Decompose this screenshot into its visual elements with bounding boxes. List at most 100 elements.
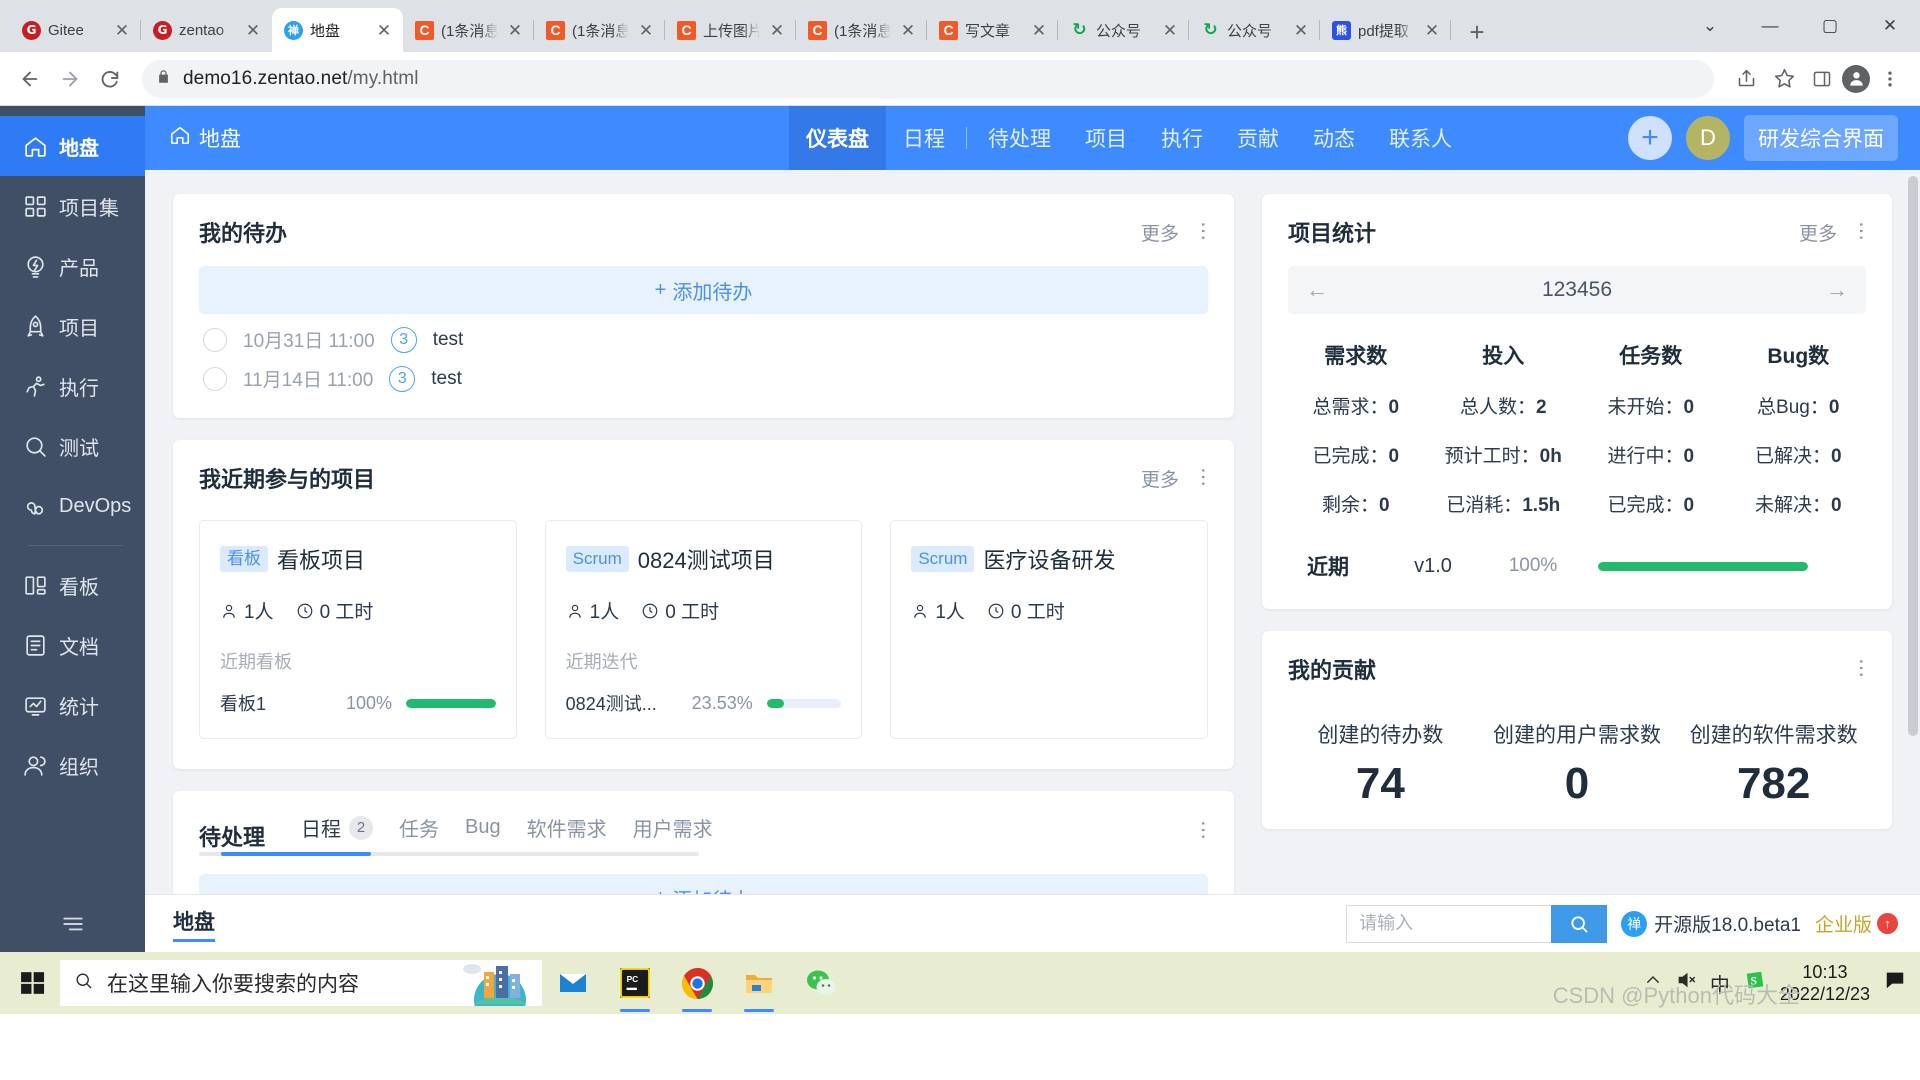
nav-item-7[interactable]: 联系人	[1372, 106, 1469, 170]
todo-name[interactable]: test	[431, 368, 462, 390]
nav-item-3[interactable]: 项目	[1068, 106, 1144, 170]
nav-item-6[interactable]: 动态	[1296, 106, 1372, 170]
browser-tab[interactable]: 禅地盘 ✕	[272, 8, 403, 52]
share-icon[interactable]	[1728, 61, 1764, 97]
taskbar-wechat-icon[interactable]	[790, 952, 852, 1014]
search-button[interactable]	[1551, 904, 1608, 943]
taskbar-search[interactable]: 在这里输入你要搜索的内容	[60, 960, 542, 1006]
browser-tab[interactable]: 熊 pdf提取 ✕	[1320, 8, 1451, 52]
nav-item-5[interactable]: 贡献	[1220, 106, 1296, 170]
close-window-button[interactable]: ✕	[1860, 6, 1920, 46]
browser-menu-icon[interactable]	[1872, 61, 1908, 97]
browser-tab[interactable]: C (1条消息) ✕	[796, 8, 927, 52]
nav-item-0[interactable]: 仪表盘	[789, 106, 886, 170]
pending-tab-2[interactable]: Bug	[465, 816, 501, 839]
pending-tab-4[interactable]: 用户需求	[633, 813, 713, 842]
footer-enterprise[interactable]: 企业版 ↑	[1815, 910, 1898, 937]
taskbar-chrome-icon[interactable]	[666, 952, 728, 1014]
pending-tab-3[interactable]: 软件需求	[527, 813, 607, 842]
sidepanel-icon[interactable]	[1804, 61, 1840, 97]
user-avatar[interactable]: D	[1686, 116, 1730, 160]
close-icon[interactable]: ✕	[898, 20, 918, 40]
search-input[interactable]	[1346, 904, 1552, 943]
sidebar-item-chart[interactable]: 统计	[0, 675, 145, 735]
nav-item-4[interactable]: 执行	[1144, 106, 1220, 170]
sidebar-item-users[interactable]: 组织	[0, 735, 145, 795]
profile-avatar[interactable]	[1842, 64, 1870, 93]
project-card[interactable]: Scrum 0824测试项目 1人 0 工时 近期迭代 0824测试... 23.53%	[544, 520, 863, 739]
close-icon[interactable]: ✕	[112, 20, 132, 40]
sidebar-item-rocket[interactable]: 项目	[0, 296, 145, 356]
card-menu-icon[interactable]: ⋯	[1192, 820, 1214, 842]
close-icon[interactable]: ✕	[1291, 20, 1311, 40]
browser-tab[interactable]: ↻ 公众号 ✕	[1189, 8, 1320, 52]
start-button[interactable]	[6, 952, 60, 1014]
sidebar-item-grid[interactable]: 项目集	[0, 176, 145, 236]
browser-tab[interactable]: ↻ 公众号 ✕	[1058, 8, 1189, 52]
project-card[interactable]: 看板 看板项目 1人 0 工时 近期看板 看板1 100%	[199, 520, 517, 739]
close-icon[interactable]: ✕	[243, 20, 263, 40]
card-menu-icon[interactable]: ⋯	[1850, 221, 1872, 243]
next-project-button[interactable]: →	[1826, 277, 1848, 303]
upgrade-icon[interactable]: ↑	[1877, 913, 1898, 934]
todo-checkbox[interactable]	[203, 366, 227, 391]
notification-center-icon[interactable]	[1884, 969, 1906, 997]
ime-icon[interactable]: 中	[1710, 969, 1730, 998]
close-icon[interactable]: ✕	[1422, 20, 1442, 40]
taskbar-pycharm-icon[interactable]: PC	[604, 952, 666, 1014]
card-menu-icon[interactable]: ⋯	[1192, 221, 1214, 243]
add-button[interactable]: +	[1628, 116, 1672, 160]
close-icon[interactable]: ✕	[1160, 20, 1180, 40]
ui-scheme-button[interactable]: 研发综合界面	[1744, 115, 1898, 161]
todo-item[interactable]: 10月31日 11:00 3 test	[199, 314, 1208, 353]
pending-tab-1[interactable]: 任务	[399, 813, 439, 842]
content-scrollbar[interactable]	[1908, 176, 1918, 736]
card-menu-icon[interactable]: ⋯	[1850, 658, 1872, 680]
new-tab-button[interactable]: +	[1457, 12, 1497, 52]
browser-tab[interactable]: G Gitee ✕	[10, 8, 141, 52]
chevron-down-icon[interactable]: ⌄	[1680, 6, 1740, 46]
browser-tab[interactable]: C 上传图片 ✕	[665, 8, 796, 52]
nav-item-2[interactable]: 待处理	[971, 106, 1068, 170]
project-name[interactable]: 0824测试项目	[638, 543, 775, 575]
add-todo-button[interactable]: + 添加待办	[199, 874, 1208, 894]
project-name[interactable]: 医疗设备研发	[983, 543, 1115, 575]
volume-mute-icon[interactable]	[1676, 970, 1696, 996]
sidebar-collapse-button[interactable]	[0, 896, 145, 952]
todo-checkbox[interactable]	[203, 327, 227, 352]
more-link[interactable]: 更多	[1799, 219, 1837, 246]
close-icon[interactable]: ✕	[1029, 20, 1049, 40]
sidebar-item-bulb[interactable]: 产品	[0, 236, 145, 296]
sidebar-item-run[interactable]: 执行	[0, 356, 145, 416]
browser-tab[interactable]: C (1条消息) ✕	[403, 8, 534, 52]
add-todo-button[interactable]: + 添加待办	[199, 266, 1208, 314]
browser-tab[interactable]: C (1条消息) ✕	[534, 8, 665, 52]
project-name[interactable]: 看板项目	[277, 543, 365, 575]
maximize-button[interactable]: ▢	[1800, 6, 1860, 46]
card-menu-icon[interactable]: ⋯	[1192, 467, 1214, 489]
tray-expand-icon[interactable]	[1644, 971, 1662, 995]
sidebar-item-infinity[interactable]: DevOps	[0, 476, 145, 536]
sidebar-item-doc[interactable]: 文档	[0, 615, 145, 675]
close-icon[interactable]: ✕	[505, 20, 525, 40]
back-icon[interactable]	[12, 61, 48, 97]
address-bar[interactable]: demo16.zentao.net/my.html	[142, 59, 1714, 98]
prev-project-button[interactable]: ←	[1306, 277, 1328, 303]
minimize-button[interactable]: —	[1740, 6, 1800, 46]
project-card[interactable]: Scrum 医疗设备研发 1人 0 工时	[890, 520, 1209, 739]
todo-name[interactable]: test	[433, 329, 464, 351]
reload-icon[interactable]	[92, 61, 128, 97]
browser-tab[interactable]: Gzentao ✕	[141, 8, 272, 52]
sogou-input-icon[interactable]: S	[1744, 969, 1766, 997]
nav-item-1[interactable]: 日程	[886, 106, 962, 170]
browser-tab[interactable]: C 写文章 ✕	[927, 8, 1058, 52]
taskbar-explorer-icon[interactable]	[728, 952, 790, 1014]
taskbar-mail-icon[interactable]	[542, 952, 604, 1014]
forward-icon[interactable]	[52, 61, 88, 97]
footer-tab-dipan[interactable]: 地盘	[173, 906, 215, 942]
close-icon[interactable]: ✕	[767, 20, 787, 40]
sidebar-item-home[interactable]: 地盘	[0, 116, 145, 176]
sidebar-item-kanban[interactable]: 看板	[0, 555, 145, 615]
close-icon[interactable]: ✕	[636, 20, 656, 40]
taskbar-clock[interactable]: 10:13 2022/12/23	[1780, 961, 1870, 1006]
